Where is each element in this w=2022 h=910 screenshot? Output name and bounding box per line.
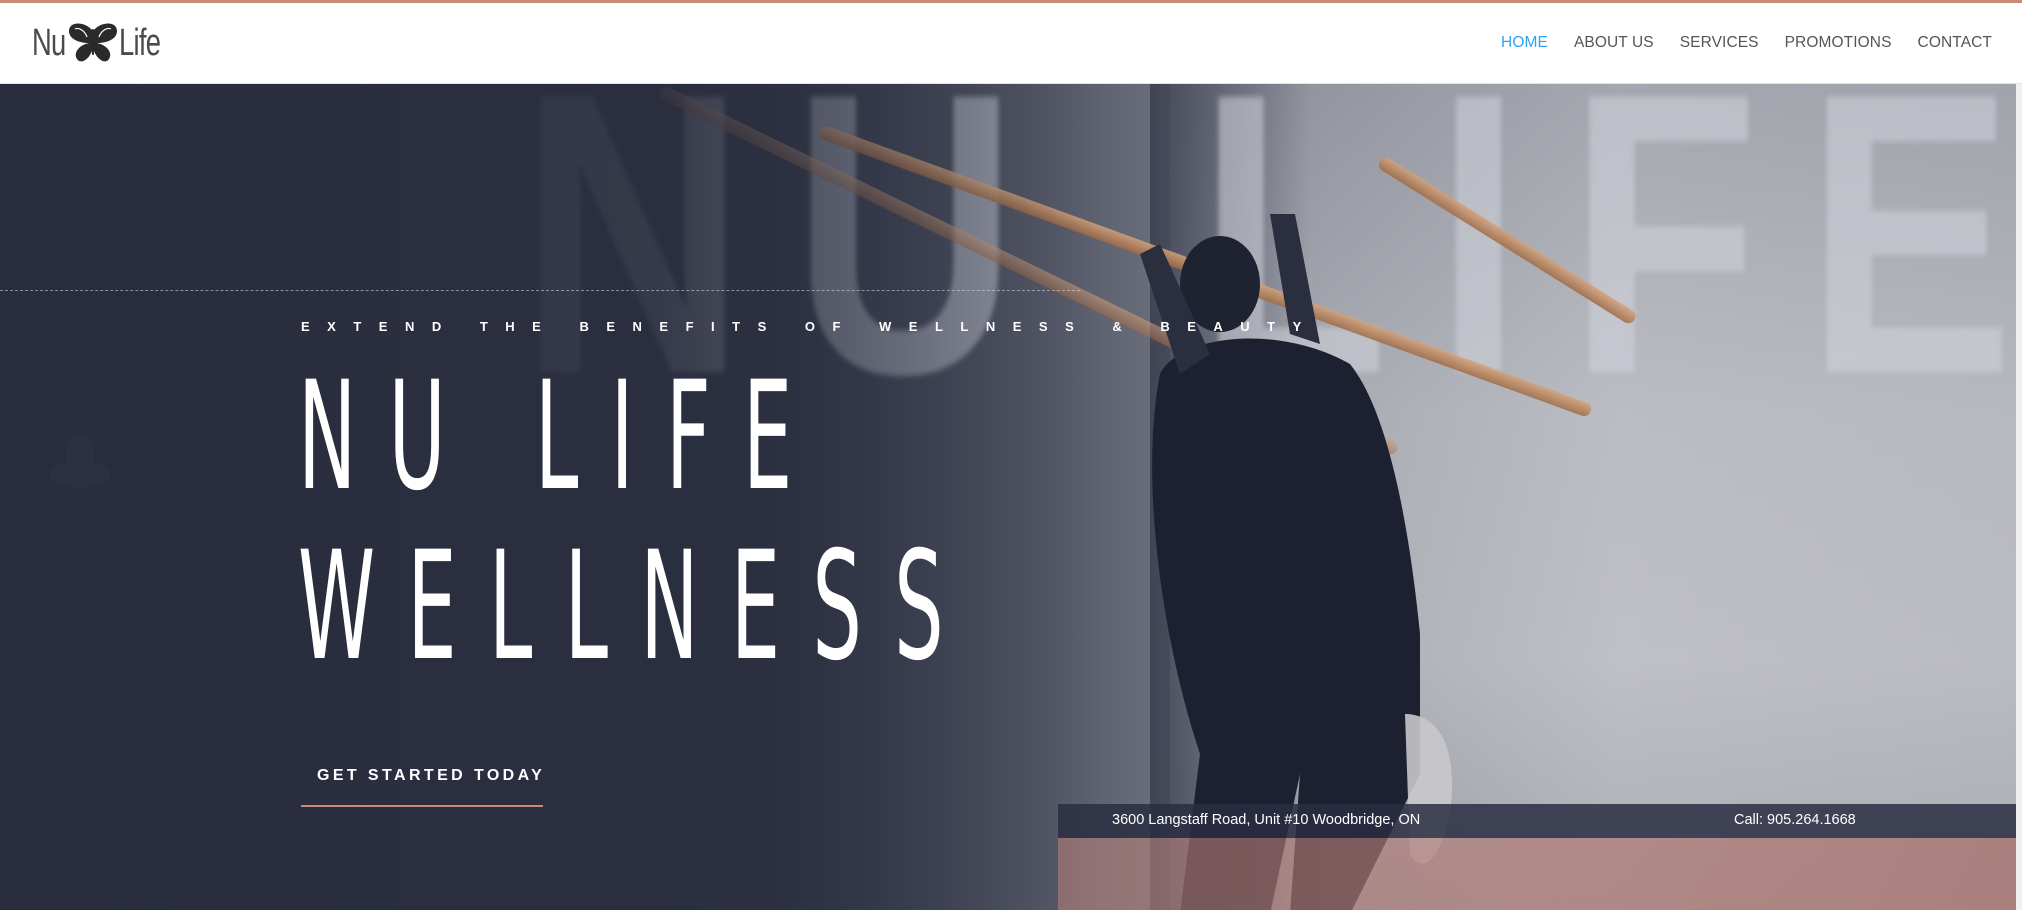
hero-title: NU LIFE WELLNESS <box>298 352 976 692</box>
hero-accent-band <box>1058 838 2022 910</box>
nav-contact[interactable]: CONTACT <box>1918 34 1992 52</box>
page-scrollbar[interactable] <box>2016 84 2022 910</box>
phone-text[interactable]: Call: 905.264.1668 <box>1734 812 1856 828</box>
hero-title-line-1: NU LIFE <box>298 350 825 524</box>
contact-info-bar: 3600 Langstaff Road, Unit #10 Woodbridge… <box>1058 804 2022 838</box>
nav-about-us[interactable]: ABOUT US <box>1574 34 1654 52</box>
logo-text-right: Life <box>118 21 161 64</box>
address-text: 3600 Langstaff Road, Unit #10 Woodbridge… <box>1112 812 1421 828</box>
hero-dashed-divider <box>0 290 1080 291</box>
nav-home[interactable]: HOME <box>1501 34 1548 52</box>
nav-promotions[interactable]: PROMOTIONS <box>1785 34 1892 52</box>
get-started-label: GET STARTED TODAY <box>317 767 546 784</box>
hero-kicker: EXTEND THE BENEFITS OF WELLNESS & BEAUTY <box>301 319 1319 334</box>
butterfly-icon <box>68 23 117 62</box>
page: Nu Life HOME ABOUT US SERVICES PROMOTION… <box>0 0 2022 910</box>
site-header: Nu Life HOME ABOUT US SERVICES PROMOTION… <box>0 3 2022 84</box>
get-started-button[interactable]: GET STARTED TODAY <box>301 759 543 807</box>
logo-text-left: Nu <box>32 21 66 64</box>
hero-section: NU LIFE EXTEND THE BENEFITS OF WELLNESS … <box>0 84 2022 910</box>
nav-services[interactable]: SERVICES <box>1680 34 1759 52</box>
site-logo[interactable]: Nu Life <box>32 21 176 65</box>
main-nav: HOME ABOUT US SERVICES PROMOTIONS CONTAC… <box>1475 3 1992 83</box>
hero-title-line-2: WELLNESS <box>298 520 976 694</box>
